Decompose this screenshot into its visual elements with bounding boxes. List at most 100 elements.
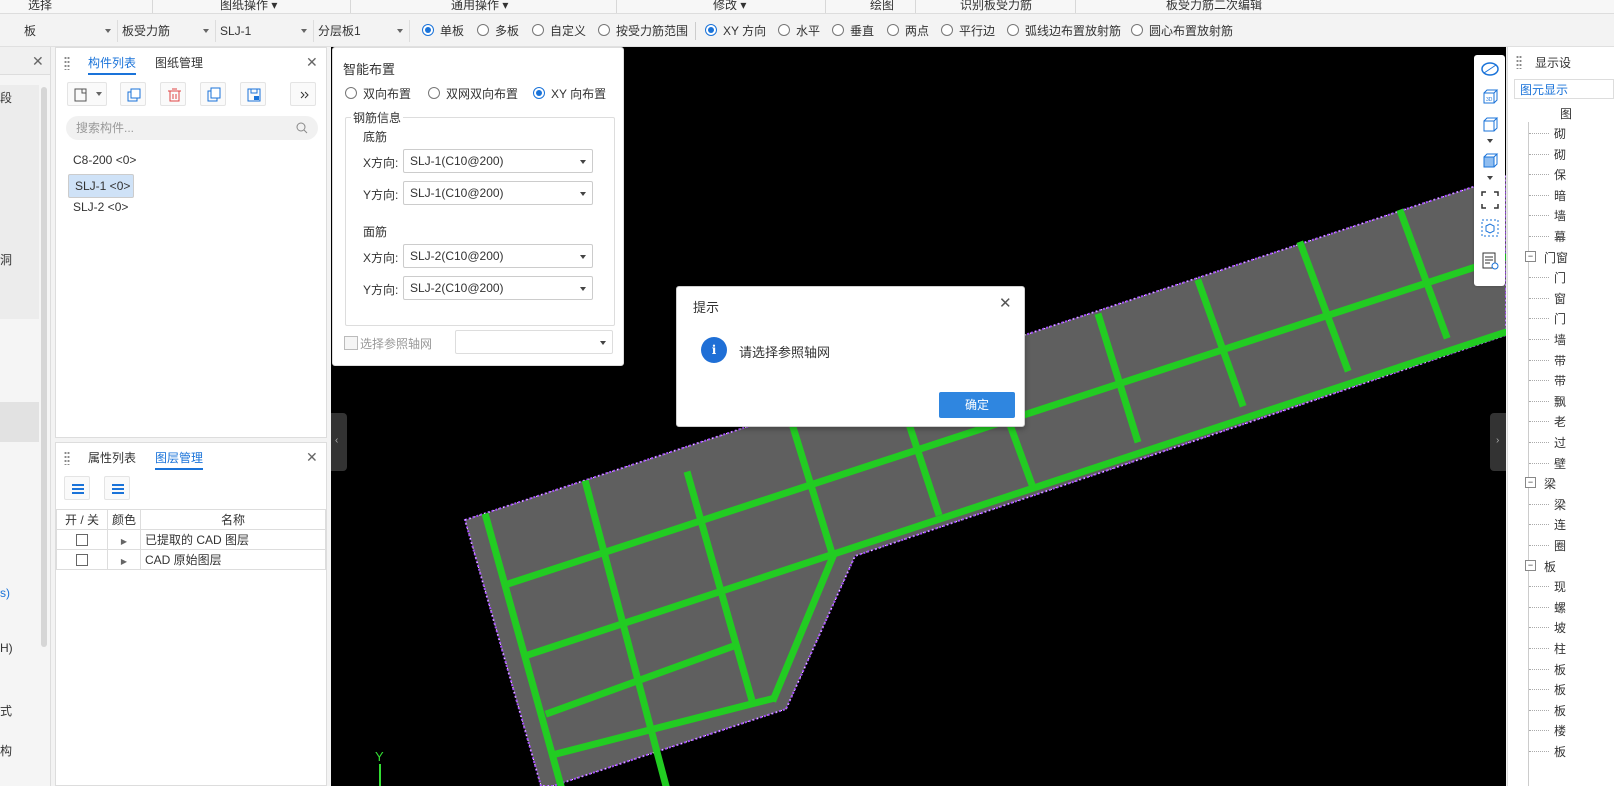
tab-drawing-management[interactable]: 图纸管理: [155, 53, 203, 73]
tree-item[interactable]: 门: [1554, 269, 1566, 286]
radio-xy-layout[interactable]: XY 向布置: [533, 86, 606, 102]
tree-item[interactable]: 窗: [1554, 290, 1566, 307]
tree-item[interactable]: 飘: [1554, 393, 1566, 410]
more-button[interactable]: [290, 82, 316, 106]
ribbon-group-common-ops[interactable]: 通用操作 ▾: [451, 0, 508, 13]
tree-item[interactable]: 过: [1554, 434, 1566, 451]
zoom-cube-icon[interactable]: [1480, 218, 1500, 238]
list-item[interactable]: C8-200 <0>: [70, 151, 139, 169]
tab-layer-management[interactable]: 图层管理: [155, 448, 204, 470]
close-icon[interactable]: ✕: [999, 294, 1012, 312]
close-icon[interactable]: ✕: [32, 53, 44, 70]
top-y-select[interactable]: SLJ-2(C10@200): [403, 276, 593, 300]
element-subtype-combo[interactable]: 板受力筋: [118, 20, 216, 42]
3d-view-icon[interactable]: 3D: [1480, 87, 1500, 107]
tree-item[interactable]: 门: [1554, 310, 1566, 327]
collapse-icon[interactable]: −: [1525, 477, 1536, 489]
top-x-select[interactable]: SLJ-2(C10@200): [403, 244, 593, 268]
close-icon[interactable]: ✕: [306, 54, 318, 71]
ribbon-group-modify[interactable]: 修改 ▾: [713, 0, 746, 13]
ribbon-group-draw[interactable]: 绘图: [870, 0, 894, 13]
save-component-button[interactable]: [240, 82, 266, 106]
ok-button[interactable]: 确定: [939, 392, 1015, 418]
tab-element-display[interactable]: 图元显示: [1514, 79, 1614, 99]
chevron-down-icon[interactable]: [1487, 139, 1493, 143]
tree-item[interactable]: 板: [1554, 661, 1566, 678]
collapse-left-handle[interactable]: ‹: [331, 413, 347, 471]
layer-hide-button[interactable]: [104, 476, 130, 500]
radio-two-points[interactable]: 两点: [887, 23, 929, 39]
list-item[interactable]: SLJ-2 <0>: [70, 198, 131, 216]
new-component-button[interactable]: [67, 82, 107, 106]
tab-component-list[interactable]: 构件列表: [88, 53, 137, 75]
bottom-x-select[interactable]: SLJ-1(C10@200): [403, 149, 593, 173]
tree-item[interactable]: 螺: [1554, 599, 1566, 616]
element-type-combo[interactable]: 板: [20, 20, 118, 42]
radio-by-rebar-range[interactable]: 按受力筋范围: [598, 23, 688, 39]
tree-item[interactable]: 坡: [1554, 619, 1566, 636]
layer-visible-checkbox[interactable]: [76, 534, 88, 547]
tree-item[interactable]: 圈: [1554, 537, 1566, 554]
radio-vertical[interactable]: 垂直: [832, 23, 874, 39]
tree-item[interactable]: 梁: [1554, 496, 1566, 513]
tree-item[interactable]: 墙: [1554, 331, 1566, 348]
tree-item[interactable]: 板: [1554, 702, 1566, 719]
layer-visible-checkbox[interactable]: [76, 554, 88, 567]
tree-group[interactable]: 门窗: [1544, 249, 1568, 266]
collapse-icon[interactable]: −: [1525, 250, 1536, 262]
tree-group[interactable]: 梁: [1544, 475, 1556, 492]
radio-parallel-edge[interactable]: 平行边: [941, 23, 995, 39]
tree-item[interactable]: 幕: [1554, 228, 1566, 245]
layer-copy-button[interactable]: [200, 82, 226, 106]
radio-multi-slab[interactable]: 多板: [477, 23, 519, 39]
delete-component-button[interactable]: [160, 82, 186, 106]
ribbon-group-select[interactable]: 选择: [28, 0, 52, 13]
radio-center-radial[interactable]: 圆心布置放射筋: [1131, 23, 1233, 39]
tree-item[interactable]: 现: [1554, 578, 1566, 595]
tree-item[interactable]: 暗: [1554, 187, 1566, 204]
tree-item[interactable]: 砌: [1554, 125, 1566, 142]
radio-horizontal[interactable]: 水平: [778, 23, 820, 39]
layer-slab-combo[interactable]: 分层板1: [314, 20, 410, 42]
tree-item[interactable]: 柱: [1554, 640, 1566, 657]
tree-item[interactable]: 带: [1554, 372, 1566, 389]
list-item-selected[interactable]: SLJ-1 <0>: [68, 174, 135, 198]
expand-arrow-icon[interactable]: ▶: [121, 557, 127, 566]
tree-item[interactable]: 老: [1554, 413, 1566, 430]
tree-item[interactable]: 楼: [1554, 722, 1566, 739]
radio-bidirectional[interactable]: 双向布置: [345, 86, 411, 102]
orbit-icon[interactable]: [1480, 59, 1500, 79]
tab-property-list[interactable]: 属性列表: [88, 448, 136, 468]
expand-arrow-icon[interactable]: ▶: [121, 537, 127, 546]
solid-cube-icon[interactable]: [1480, 151, 1500, 171]
radio-xy-direction[interactable]: XY 方向: [705, 23, 766, 39]
ribbon-group-identify-rebar[interactable]: 识别板受力筋: [960, 0, 1032, 13]
fit-view-icon[interactable]: [1480, 190, 1500, 210]
close-icon[interactable]: ✕: [306, 449, 318, 466]
tree-item[interactable]: 砌: [1554, 146, 1566, 163]
tree-item[interactable]: 连: [1554, 516, 1566, 533]
component-search-input[interactable]: 搜索构件...: [66, 116, 318, 140]
tree-item[interactable]: 保: [1554, 166, 1566, 183]
tree-item[interactable]: 板: [1554, 743, 1566, 760]
radio-double-net-bidirectional[interactable]: 双网双向布置: [428, 86, 518, 102]
collapse-icon[interactable]: −: [1525, 559, 1536, 571]
radio-arc-radial[interactable]: 弧线边布置放射筋: [1007, 23, 1121, 39]
ribbon-group-rebar-edit[interactable]: 板受力筋二次编辑: [1166, 0, 1262, 13]
radio-custom[interactable]: 自定义: [532, 23, 586, 39]
component-name-combo[interactable]: SLJ-1: [216, 20, 314, 42]
tree-item[interactable]: 墙: [1554, 207, 1566, 224]
tree-group[interactable]: 板: [1544, 558, 1556, 575]
display-settings-icon[interactable]: [1480, 251, 1500, 271]
tree-item[interactable]: 带: [1554, 352, 1566, 369]
layer-show-button[interactable]: [64, 476, 90, 500]
copy-component-button[interactable]: [120, 82, 146, 106]
collapse-right-handle[interactable]: ›: [1490, 413, 1506, 471]
bottom-y-select[interactable]: SLJ-1(C10@200): [403, 181, 593, 205]
tree-item[interactable]: 壁: [1554, 455, 1566, 472]
ref-axis-select[interactable]: [455, 330, 613, 354]
radio-single-slab[interactable]: 单板: [422, 23, 464, 39]
cube-view-icon[interactable]: [1480, 115, 1500, 135]
ribbon-group-drawing-ops[interactable]: 图纸操作 ▾: [220, 0, 277, 13]
ref-axis-checkbox[interactable]: [344, 336, 358, 350]
